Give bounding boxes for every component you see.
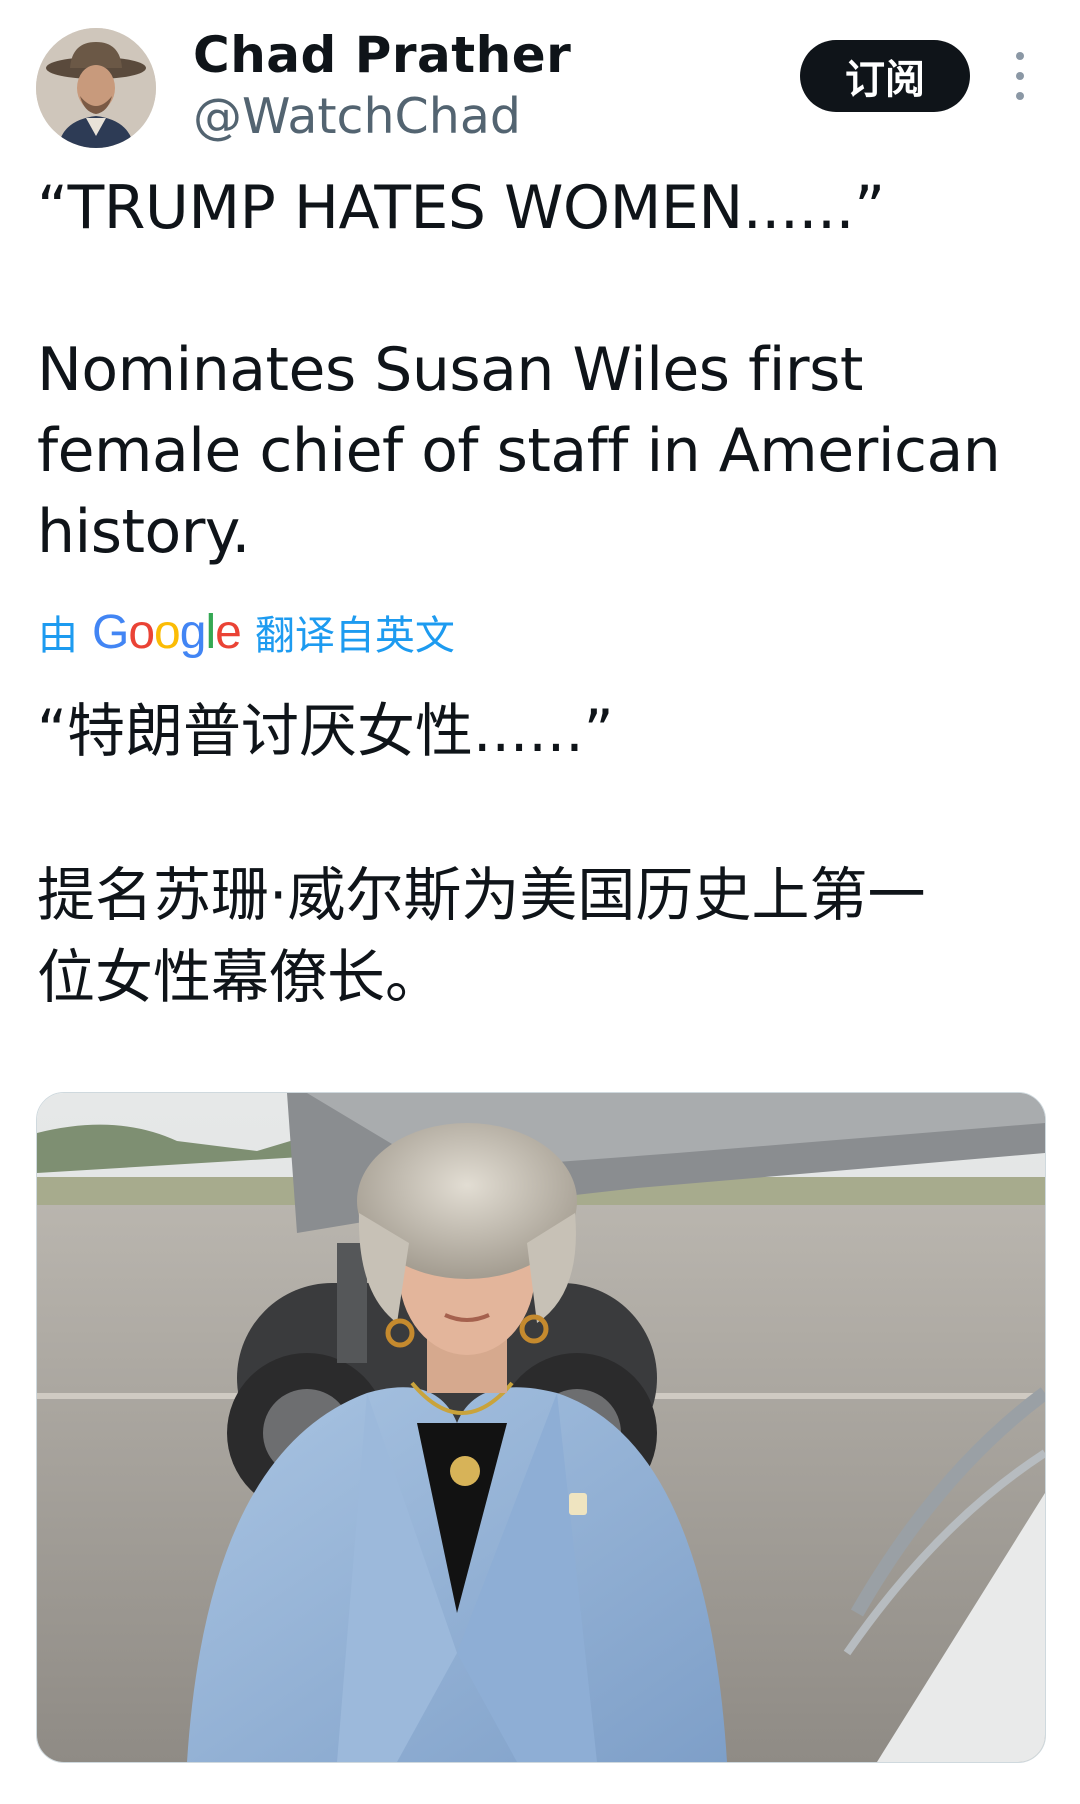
translated-text: “特朗普讨厌女性......” 提名苏珊·威尔斯为美国历史上第一 位女性幕僚长。 xyxy=(37,697,926,1011)
tweet-text: “TRUMP HATES WOMEN......” Nominates Susa… xyxy=(37,173,1001,567)
google-logo: Google xyxy=(92,605,242,659)
translation-attribution[interactable]: 由 Google 翻译自英文 xyxy=(38,602,455,662)
translation-suffix: 翻译自英文 xyxy=(254,613,455,659)
avatar[interactable] xyxy=(36,28,156,148)
more-vertical-icon[interactable] xyxy=(1000,52,1040,100)
photo-image xyxy=(37,1093,1045,1762)
subscribe-button[interactable]: 订阅 xyxy=(800,40,970,112)
avatar-image xyxy=(36,28,156,148)
tweet-header: Chad Prather @WatchChad 订阅 xyxy=(0,0,1080,170)
tweet-photo[interactable] xyxy=(36,1092,1046,1763)
author-display-name[interactable]: Chad Prather xyxy=(193,26,571,84)
translation-prefix: 由 xyxy=(38,613,78,659)
author-handle[interactable]: @WatchChad xyxy=(193,88,521,145)
